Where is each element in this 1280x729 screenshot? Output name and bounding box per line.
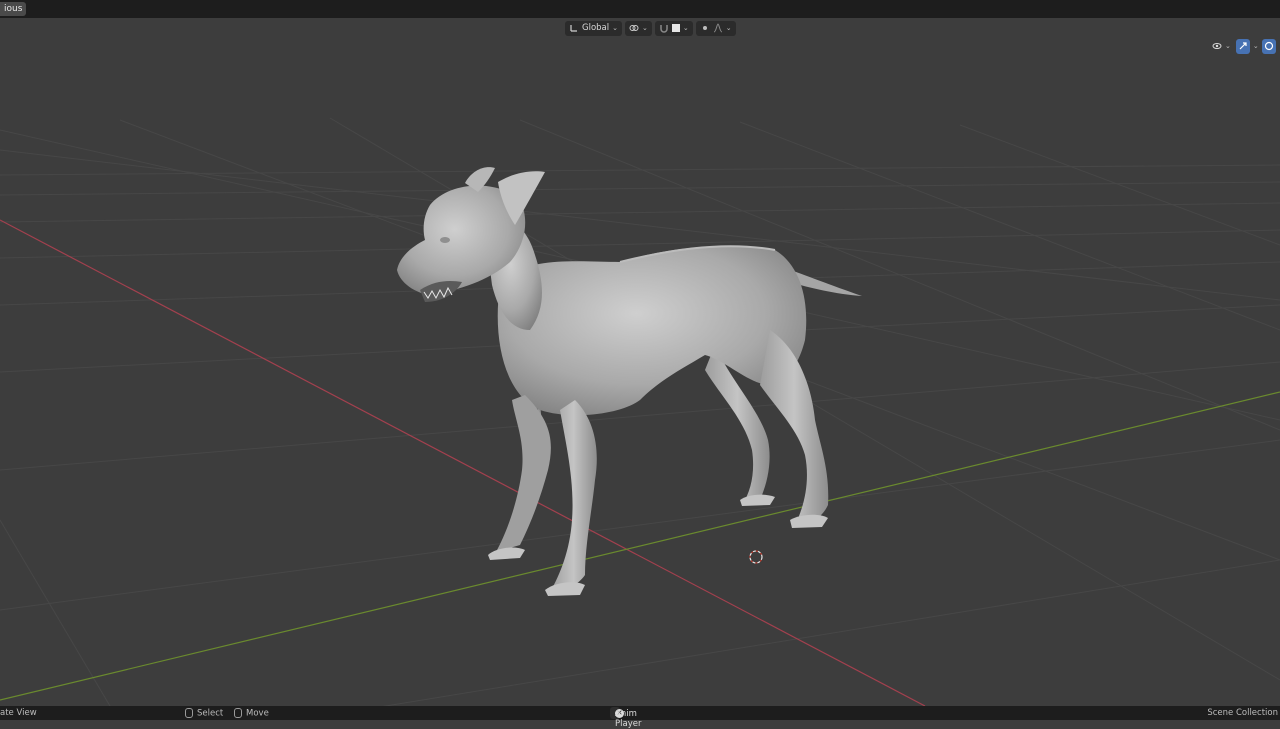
eye-icon [1212,43,1222,49]
pivot-point-dropdown[interactable]: ⌄ [625,20,652,36]
chevron-down-icon: ⌄ [682,24,689,32]
transform-orientation-dropdown[interactable]: Global ⌄ [565,20,622,36]
snap-toggle[interactable]: ⌄ [654,20,693,36]
anim-player-badge[interactable]: ✕ Anim Player [610,707,641,729]
status-bar: ate View Select Move ✕ Anim Player Scene… [0,706,1280,729]
chevron-down-icon: ⌄ [642,24,648,32]
gizmo-toggle[interactable] [1235,38,1250,54]
status-move-hint: Move [234,708,269,719]
grid-floor [0,117,1280,706]
visibility-dropdown[interactable]: ⌄ [1210,39,1233,54]
orientation-label: Global [582,23,610,33]
chevron-down-icon: ⌄ [1225,42,1231,50]
mouse-left-icon [185,708,193,718]
falloff-curve-icon [713,23,722,33]
overlays-toggle[interactable] [1261,38,1276,54]
chevron-down-icon: ⌄ [725,24,732,32]
status-select-hint: Select [185,708,223,719]
link-icon [629,25,639,31]
anim-player-label: Anim Player [615,709,642,729]
overlay-icon [1264,41,1273,51]
y-axis-line [0,391,1280,701]
snap-swatch [671,24,680,32]
3d-cursor [749,550,763,564]
workspace-tab[interactable]: ious [0,2,27,16]
scene-collection-text: Scene Collection [1207,708,1278,718]
mouse-middle-icon [234,708,242,718]
viewport-header: Global ⌄ ⌄ ⌄ ⌄ [565,20,736,36]
select-label: Select [197,708,224,719]
chevron-down-icon[interactable]: ⌄ [1253,42,1259,50]
transform-orientation-icon [570,25,577,32]
viewport-scene [0,117,1280,706]
3d-viewport[interactable]: Global ⌄ ⌄ ⌄ ⌄ ⌄ ⌄ [0,18,1280,706]
top-bar: ious [0,0,1280,18]
chevron-down-icon: ⌄ [612,24,618,32]
status-left-text: ate View [0,708,37,718]
viewport-gizmo-controls: ⌄ ⌄ [1210,38,1276,54]
magnet-icon [660,25,668,33]
move-label: Move [246,708,269,719]
proportional-edit-icon [702,26,707,30]
gizmo-icon [1239,42,1247,50]
proportional-editing-toggle[interactable]: ⌄ [695,20,736,36]
